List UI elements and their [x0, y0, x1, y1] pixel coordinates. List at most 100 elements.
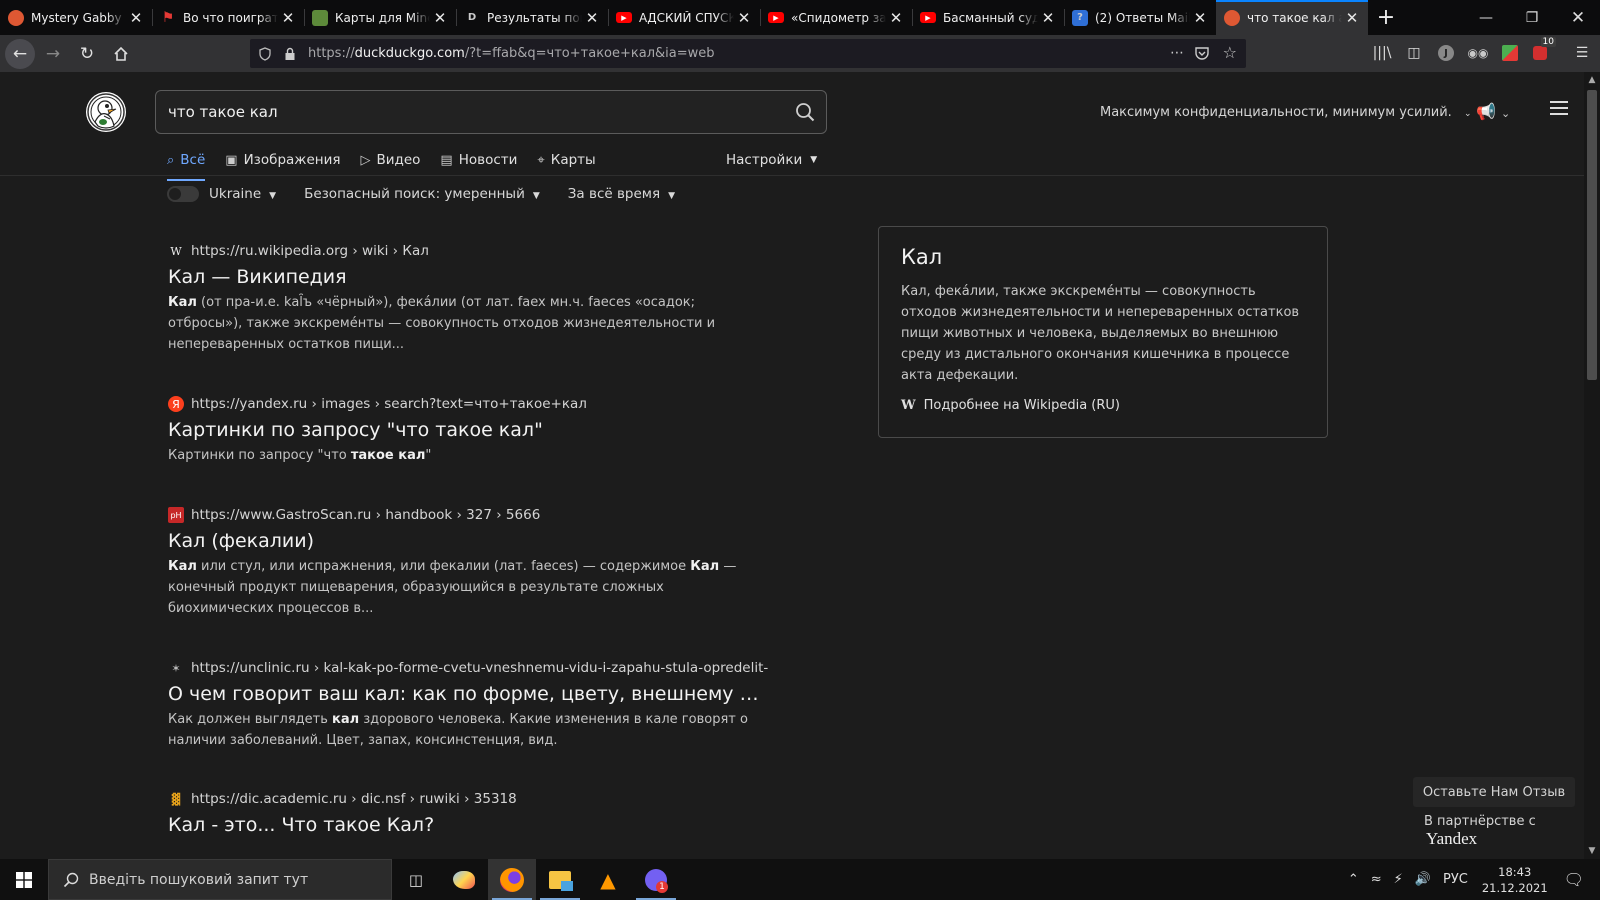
- notifications-icon[interactable]: 🗨: [1564, 870, 1584, 889]
- result-url[interactable]: ▓ https://dic.academic.ru › dic.nsf › ruw…: [168, 790, 768, 808]
- pocket-icon[interactable]: [1194, 46, 1210, 61]
- result-title-link[interactable]: О чем говорит ваш кал: как по форме, цве…: [168, 683, 768, 705]
- result-url[interactable]: pH https://www.GastroScan.ru › handbook ›…: [168, 506, 768, 524]
- unclinic-favicon-icon: ✶: [171, 661, 181, 675]
- start-button[interactable]: [0, 859, 48, 900]
- back-button[interactable]: ←: [5, 38, 35, 69]
- close-tab-icon[interactable]: ✕: [1040, 9, 1056, 27]
- region-toggle[interactable]: [167, 186, 199, 202]
- close-tab-icon[interactable]: ✕: [736, 9, 752, 27]
- hamburger-menu-icon[interactable]: [1550, 101, 1568, 117]
- privacy-slogan-dropdown[interactable]: Максимум конфиденциальности, минимум уси…: [1100, 105, 1472, 120]
- close-tab-icon[interactable]: ✕: [888, 9, 904, 27]
- extension-glasses-icon[interactable]: ◉◉: [1466, 40, 1490, 66]
- partner-note: В партнёрстве с Yandex: [1424, 814, 1584, 849]
- result-snippet: Кал (от пра-и.е. kal̑ъ «чёрный»), фека́л…: [168, 292, 768, 355]
- task-view-icon[interactable]: ◫: [392, 859, 440, 900]
- time-filter[interactable]: За всё время ▼: [568, 186, 675, 202]
- browser-tab[interactable]: ▶ Басманный суд а✕: [912, 0, 1064, 35]
- result-url[interactable]: Яhttps://yandex.ru › images › search?tex…: [168, 395, 768, 413]
- scrollbar-thumb[interactable]: [1587, 90, 1597, 380]
- volume-icon[interactable]: 🔊: [1415, 872, 1431, 887]
- browser-tab[interactable]: что такое кал at D✕: [1216, 0, 1368, 35]
- menu-icon[interactable]: ☰: [1570, 40, 1594, 66]
- search-icon[interactable]: [794, 101, 816, 123]
- tab-map-pin[interactable]: ⌖ Карты: [537, 147, 595, 173]
- battery-icon[interactable]: ⚡: [1394, 872, 1403, 887]
- browser-tab[interactable]: ▶ «Спидометр заст✕: [760, 0, 912, 35]
- wikipedia-more-link[interactable]: W Подробнее на Wikipedia (RU): [901, 398, 1305, 413]
- firefox-app-icon[interactable]: [488, 859, 536, 900]
- close-tab-icon[interactable]: ✕: [432, 9, 448, 27]
- vlc-app-icon[interactable]: ▲: [584, 859, 632, 900]
- library-icon[interactable]: |||\: [1370, 40, 1394, 66]
- tab-play[interactable]: ▷ Видео: [360, 147, 420, 173]
- browser-tab[interactable]: D Результаты поис✕: [456, 0, 608, 35]
- settings-label: Настройки: [726, 152, 803, 168]
- close-tab-icon[interactable]: ✕: [128, 9, 144, 27]
- tray-chevron-up-icon[interactable]: ⌃: [1348, 872, 1359, 887]
- system-tray: ⌃ ≈ ⚡ 🔊 РУС 18:43 21.12.2021 🗨: [1342, 859, 1600, 900]
- tab-search[interactable]: ⌕ Всё: [167, 147, 206, 181]
- paint-app-icon[interactable]: [440, 859, 488, 900]
- taskbar-search-box[interactable]: Введіть пошуковий запит тут: [48, 859, 392, 900]
- search-input[interactable]: [168, 103, 768, 121]
- result-url[interactable]: ✶ https://unclinic.ru › kal-kak-po-forme-…: [168, 659, 768, 677]
- result-url-text: https://dic.academic.ru › dic.nsf › ruwi…: [191, 791, 517, 807]
- extension-adblock-icon[interactable]: 10: [1528, 37, 1556, 66]
- wifi-icon[interactable]: ≈: [1371, 872, 1382, 887]
- scroll-down-icon[interactable]: ▼: [1584, 846, 1600, 856]
- image-icon: ▣: [225, 152, 238, 168]
- forward-button[interactable]: →: [37, 38, 69, 70]
- clock-date: 21.12.2021: [1481, 880, 1548, 895]
- restore-button[interactable]: ❐: [1509, 0, 1555, 35]
- close-tab-icon[interactable]: ✕: [1192, 9, 1208, 27]
- page-scrollbar[interactable]: ▲ ▼: [1584, 72, 1600, 859]
- tab-title: (2) Ответы Mail.r: [1095, 10, 1190, 25]
- ddg-header: Максимум конфиденциальности, минимум уси…: [0, 72, 1584, 181]
- reload-button[interactable]: ↻: [71, 38, 103, 70]
- close-tab-icon[interactable]: ✕: [280, 9, 296, 27]
- result-title-link[interactable]: Кал — Википедия: [168, 266, 768, 288]
- extension-grid-icon[interactable]: [1498, 40, 1522, 66]
- browser-tab[interactable]: ⚑ Во что поиграть,✕: [152, 0, 304, 35]
- bookmark-star-icon[interactable]: ☆: [1223, 43, 1237, 62]
- home-button[interactable]: [105, 38, 137, 70]
- megaphone-icon[interactable]: 📢 ⌄: [1476, 102, 1510, 121]
- feedback-button[interactable]: Оставьте Нам Отзыв: [1413, 777, 1575, 807]
- new-tab-button[interactable]: +: [1368, 0, 1404, 35]
- academic-favicon-icon: ▓: [171, 792, 181, 806]
- tab-news[interactable]: ▤ Новости: [440, 147, 517, 173]
- browser-tab[interactable]: Mystery Gabby Pe✕: [0, 0, 152, 35]
- browser-tab[interactable]: Карты для Minec✕: [304, 0, 456, 35]
- close-tab-icon[interactable]: ✕: [1344, 9, 1360, 27]
- result-title-link[interactable]: Кал - это... Что такое Кал?: [168, 814, 768, 836]
- address-bar[interactable]: https://duckduckgo.com/?t=ffab&q=что+так…: [250, 39, 1246, 68]
- navigation-toolbar: ← → ↻ https://duckduckgo.com/?t=ffab&q=ч…: [0, 35, 1600, 72]
- result-url[interactable]: Whttps://ru.wikipedia.org › wiki › Кал: [168, 242, 768, 260]
- profile-j-icon[interactable]: J: [1434, 40, 1458, 66]
- clock[interactable]: 18:43 21.12.2021: [1482, 864, 1548, 896]
- duckduckgo-logo-icon[interactable]: [86, 92, 126, 132]
- close-tab-icon[interactable]: ✕: [584, 9, 600, 27]
- close-window-button[interactable]: ✕: [1555, 0, 1600, 35]
- language-indicator[interactable]: РУС: [1443, 872, 1468, 887]
- browser-tab[interactable]: ? (2) Ответы Mail.r ✕: [1064, 0, 1216, 35]
- file-explorer-app-icon[interactable]: [536, 859, 584, 900]
- scroll-up-icon[interactable]: ▲: [1584, 75, 1600, 85]
- browser-tab[interactable]: ▶ АДСКИЙ СПУСК ✕: [608, 0, 760, 35]
- tab-image[interactable]: ▣ Изображения: [225, 147, 340, 173]
- flag-favicon-icon: ⚑: [161, 9, 175, 26]
- settings-dropdown[interactable]: Настройки ▼: [726, 147, 817, 173]
- safe-search-filter[interactable]: Безопасный поиск: умеренный ▼: [304, 186, 540, 202]
- search-field[interactable]: [155, 90, 827, 134]
- result-title-link[interactable]: Кал (фекалии): [168, 530, 768, 552]
- sidebar-icon[interactable]: ◫: [1402, 40, 1426, 66]
- region-filter[interactable]: Ukraine ▼: [209, 186, 276, 202]
- page-actions-icon[interactable]: ⋯: [1170, 45, 1184, 61]
- wikipedia-more-label: Подробнее на Wikipedia (RU): [923, 398, 1120, 413]
- result-title-link[interactable]: Картинки по запросу "что такое кал": [168, 419, 768, 441]
- search-icon: [63, 872, 79, 887]
- minimize-button[interactable]: —: [1463, 0, 1509, 35]
- viber-app-icon[interactable]: 1: [632, 859, 680, 900]
